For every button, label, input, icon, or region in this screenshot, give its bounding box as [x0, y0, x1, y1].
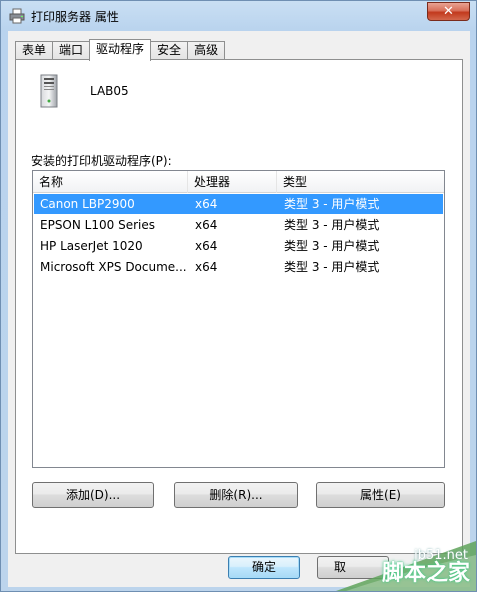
list-item[interactable]: EPSON L100 Series x64 类型 3 - 用户模式 [34, 215, 443, 235]
tab-ports[interactable]: 端口 [52, 41, 90, 60]
close-icon: ✕ [443, 4, 454, 19]
column-header-type[interactable]: 类型 [277, 171, 444, 193]
dialog-client: 表单 端口 驱动程序 安全 高级 LAB05 安装的打印机驱动程序(P): 名称… [8, 31, 470, 587]
tab-advanced[interactable]: 高级 [187, 41, 226, 60]
properties-window: 打印服务器 属性 ✕ 表单 端口 驱动程序 安全 高级 LAB05 安装的打印机… [0, 0, 477, 592]
remove-driver-button[interactable]: 删除(R)... [174, 482, 298, 508]
list-item[interactable]: HP LaserJet 1020 x64 类型 3 - 用户模式 [34, 236, 443, 256]
driver-type: 类型 3 - 用户模式 [284, 239, 380, 253]
title-bar[interactable]: 打印服务器 属性 ✕ [1, 1, 476, 31]
ok-button[interactable]: 确定 [228, 556, 300, 579]
driver-processor: x64 [195, 197, 218, 211]
column-header-name[interactable]: 名称 [33, 171, 188, 193]
watermark: jb51.net 脚本之家 [336, 541, 476, 591]
tab-security[interactable]: 安全 [151, 41, 188, 60]
drivers-list[interactable]: 名称 处理器 类型 Canon LBP2900 x64 类型 3 - 用户模式 … [32, 170, 445, 468]
server-tower-icon [40, 74, 58, 108]
driver-name: EPSON L100 Series [40, 218, 155, 232]
driver-processor: x64 [195, 218, 218, 232]
list-item[interactable]: Microsoft XPS Docume... x64 类型 3 - 用户模式 [34, 257, 443, 277]
close-button[interactable]: ✕ [427, 2, 470, 21]
watermark-brand: 脚本之家 [381, 561, 470, 586]
tab-strip: 表单 端口 驱动程序 安全 高级 [15, 39, 226, 61]
drivers-panel: LAB05 安装的打印机驱动程序(P): 名称 处理器 类型 Canon LBP… [15, 59, 463, 554]
driver-processor: x64 [195, 260, 218, 274]
driver-type: 类型 3 - 用户模式 [284, 260, 380, 274]
driver-type: 类型 3 - 用户模式 [284, 218, 380, 232]
installed-drivers-label: 安装的打印机驱动程序(P): [31, 154, 172, 168]
server-name: LAB05 [90, 84, 129, 98]
driver-name: HP LaserJet 1020 [40, 239, 143, 253]
printer-icon [9, 8, 25, 24]
list-header: 名称 处理器 类型 [33, 171, 444, 193]
list-item[interactable]: Canon LBP2900 x64 类型 3 - 用户模式 [34, 194, 443, 214]
tab-forms[interactable]: 表单 [15, 41, 53, 60]
driver-name: Microsoft XPS Docume... [40, 260, 187, 274]
driver-properties-button[interactable]: 属性(E) [316, 482, 445, 508]
driver-processor: x64 [195, 239, 218, 253]
add-driver-button[interactable]: 添加(D)... [32, 482, 154, 508]
driver-name: Canon LBP2900 [40, 197, 135, 211]
column-header-processor[interactable]: 处理器 [188, 171, 277, 193]
tab-drivers[interactable]: 驱动程序 [89, 39, 152, 61]
window-title: 打印服务器 属性 [31, 10, 119, 24]
driver-type: 类型 3 - 用户模式 [284, 197, 380, 211]
